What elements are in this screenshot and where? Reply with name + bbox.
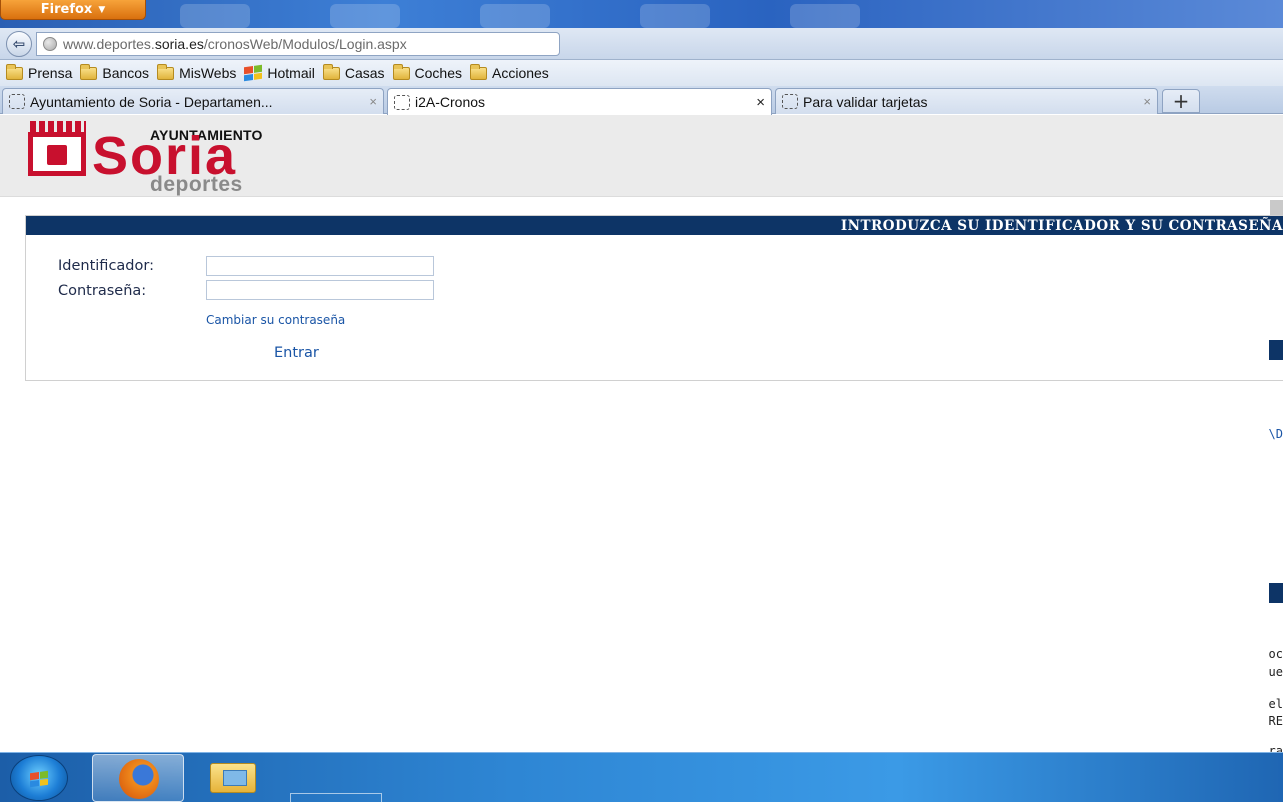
bookmark-miswebs[interactable]: MisWebs — [155, 63, 242, 81]
bookmark-label: Hotmail — [267, 65, 315, 81]
start-button[interactable] — [10, 755, 68, 801]
edge-fragment-block — [1269, 340, 1283, 360]
bookmark-label: Bancos — [102, 65, 150, 81]
window-titlebar: Firefox ▼ — [0, 0, 1283, 28]
identifier-label: Identificador: — [58, 258, 154, 274]
windows-taskbar — [0, 752, 1283, 802]
shield-icon — [28, 132, 86, 176]
soria-deportes-logo[interactable]: AYUNTAMIENTO Soria deportes — [26, 121, 306, 197]
url-prefix: www.deportes. — [63, 36, 155, 52]
background-decoration — [180, 4, 250, 28]
folder-icon — [470, 63, 487, 80]
password-label: Contraseña: — [58, 283, 147, 299]
background-decoration — [790, 4, 860, 28]
plus-icon: + — [1172, 89, 1190, 113]
bookmark-casas[interactable]: Casas — [321, 63, 391, 81]
bookmark-label: Coches — [414, 65, 462, 81]
firefox-icon — [119, 759, 159, 799]
background-decoration — [330, 4, 400, 28]
password-input[interactable] — [206, 280, 434, 300]
edge-fragment-block — [1269, 583, 1283, 603]
address-bar[interactable]: www.deportes. soria.es/cronosWeb/Modulos/… — [36, 32, 560, 56]
page-content: AYUNTAMIENTO Soria deportes INTRODUZCA S… — [0, 115, 1283, 752]
back-arrow-icon: ⇦ — [12, 35, 26, 53]
edge-fragment-text: ue — [1268, 665, 1283, 679]
folder-icon — [157, 63, 175, 80]
page-icon — [9, 94, 25, 109]
close-icon[interactable]: × — [756, 94, 765, 111]
bookmark-label: Acciones — [492, 65, 549, 81]
background-decoration — [640, 4, 710, 28]
edge-fragment-text: RE — [1268, 714, 1283, 728]
tab-label: i2A-Cronos — [415, 94, 486, 110]
taskbar-thumbnail[interactable] — [290, 793, 382, 802]
tab-strip: Ayuntamiento de Soria - Departamen... × … — [0, 86, 1283, 115]
new-tab-button[interactable]: + — [1162, 89, 1200, 113]
login-heading: INTRODUZCA SU IDENTIFICADOR Y SU CONTRAS… — [26, 216, 1283, 235]
url-path: /cronosWeb/Modulos/Login.aspx — [203, 36, 407, 52]
edge-fragment-text: \D — [1268, 427, 1283, 441]
logo-sub-text: deportes — [150, 173, 243, 196]
bookmark-bancos[interactable]: Bancos — [78, 63, 155, 81]
firefox-menu-button[interactable]: Firefox ▼ — [0, 0, 146, 20]
crown-icon — [30, 121, 86, 132]
edge-fragment-text: ra — [1268, 744, 1283, 752]
folder-icon — [80, 63, 98, 80]
navigation-toolbar: ⇦ www.deportes. soria.es/cronosWeb/Modulo… — [0, 28, 1283, 60]
site-header: AYUNTAMIENTO Soria deportes — [0, 115, 1283, 197]
bookmark-prensa[interactable]: Prensa — [4, 63, 78, 81]
folder-icon — [322, 63, 340, 80]
page-icon — [394, 94, 410, 110]
url-domain: soria.es — [154, 36, 204, 52]
tab-ayuntamiento[interactable]: Ayuntamiento de Soria - Departamen... × — [2, 88, 384, 114]
close-icon[interactable]: × — [369, 94, 377, 109]
firefox-menu-label: Firefox — [40, 2, 93, 17]
site-identity-icon[interactable] — [43, 37, 57, 51]
windows-icon — [244, 64, 263, 82]
page-icon — [782, 94, 798, 109]
bookmark-label: Prensa — [28, 65, 73, 81]
chevron-down-icon: ▼ — [98, 4, 106, 15]
folder-icon — [392, 63, 410, 80]
tab-label: Ayuntamiento de Soria - Departamen... — [30, 93, 273, 110]
edge-fragment-text: oc — [1268, 647, 1283, 661]
windows-explorer-icon[interactable] — [210, 763, 256, 793]
bookmark-label: MisWebs — [179, 65, 237, 81]
taskbar-firefox[interactable] — [92, 754, 184, 802]
back-button[interactable]: ⇦ — [6, 31, 32, 57]
windows-icon — [30, 770, 48, 788]
folder-icon — [6, 63, 23, 80]
bookmark-label: Casas — [344, 65, 385, 81]
enter-button[interactable]: Entrar — [274, 345, 319, 361]
identifier-input[interactable] — [206, 256, 434, 276]
close-icon[interactable]: × — [1143, 94, 1151, 109]
tab-validar-tarjetas[interactable]: Para validar tarjetas × — [775, 88, 1158, 114]
change-password-link[interactable]: Cambiar su contraseña — [206, 313, 345, 327]
edge-fragment-text: el — [1268, 697, 1283, 711]
login-panel: INTRODUZCA SU IDENTIFICADOR Y SU CONTRAS… — [25, 215, 1283, 381]
bookmark-hotmail[interactable]: Hotmail — [242, 64, 320, 82]
bookmarks-toolbar: Prensa Bancos MisWebs Hotmail Casas Coch… — [0, 60, 1283, 86]
tab-i2a-cronos[interactable]: i2A-Cronos × — [387, 88, 772, 115]
tab-label: Para validar tarjetas — [803, 93, 928, 110]
background-decoration — [480, 4, 550, 28]
bookmark-acciones[interactable]: Acciones — [468, 63, 555, 81]
bookmark-coches[interactable]: Coches — [391, 63, 468, 81]
